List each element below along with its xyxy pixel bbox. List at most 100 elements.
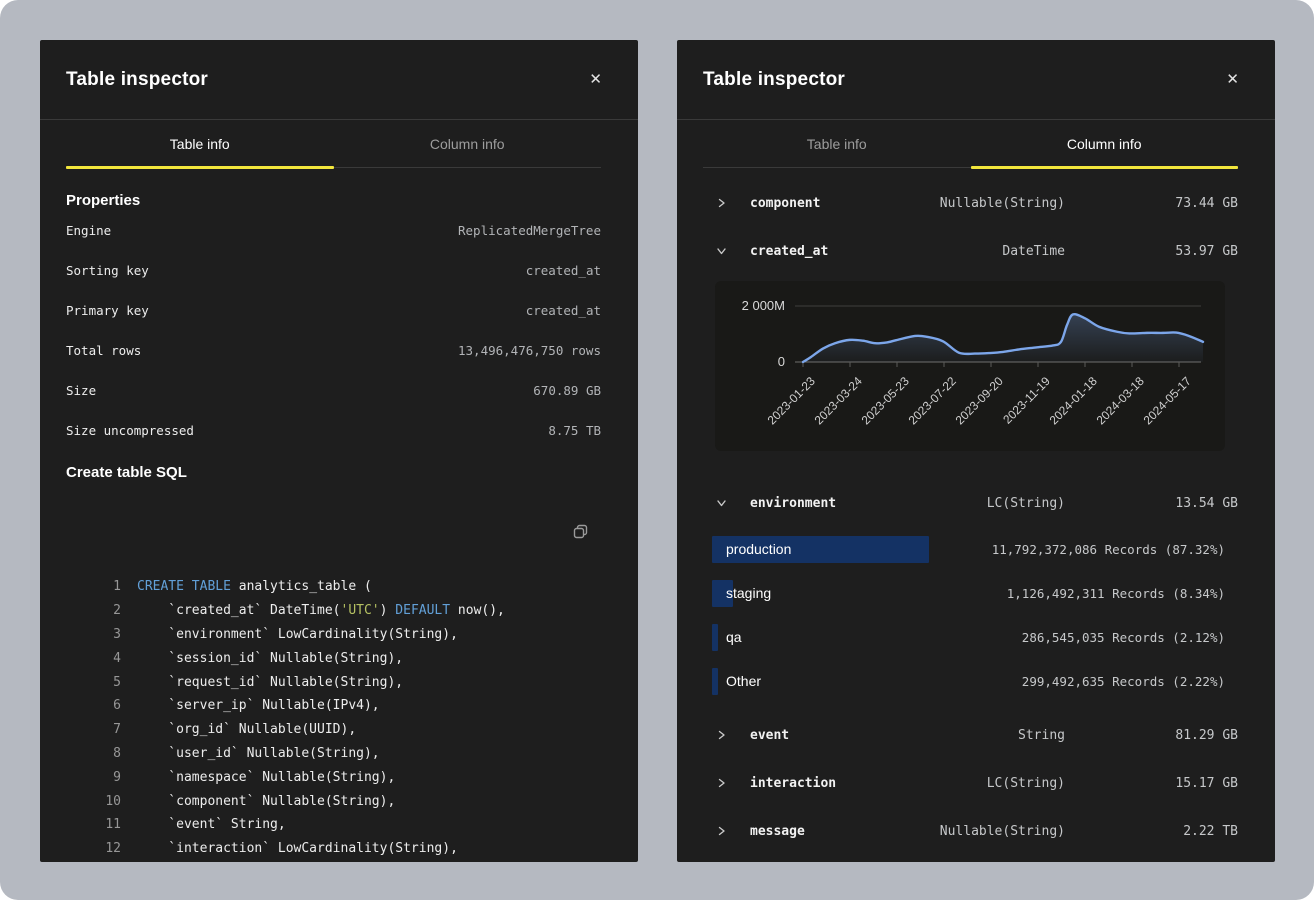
chevron-down-icon[interactable] xyxy=(716,245,730,257)
column-row-environment[interactable]: environmentLC(String)13.54 GB xyxy=(703,479,1238,527)
property-row: Size 670.89 GB xyxy=(66,370,601,410)
dialog-header: Table inspector ✕ xyxy=(40,40,638,120)
sql-line-number: 10 xyxy=(66,790,137,814)
sql-line-code: `event` String, xyxy=(137,813,286,837)
dialog-title: Table inspector xyxy=(66,69,208,91)
column-type: LC(String) xyxy=(905,776,1065,791)
sql-line-code: `namespace` Nullable(String), xyxy=(137,766,395,790)
column-row-created_at[interactable]: created_atDateTime53.97 GB xyxy=(703,227,1238,275)
sql-line-code: CREATE TABLE analytics_table ( xyxy=(137,575,372,599)
sql-line: 3 `environment` LowCardinality(String), xyxy=(66,623,601,647)
property-row: Sorting keycreated_at xyxy=(66,250,601,290)
property-label: Total rows xyxy=(66,343,141,358)
tab-table-info[interactable]: Table info xyxy=(66,120,334,167)
chevron-right-icon[interactable] xyxy=(716,197,730,209)
sql-line-number: 11 xyxy=(66,813,137,837)
sql-line-number: 9 xyxy=(66,766,137,790)
sql-line: 13 `payload` Nullable(String), xyxy=(66,861,601,862)
property-label: Size xyxy=(66,383,96,398)
close-icon[interactable]: ✕ xyxy=(585,68,606,91)
sql-line-code: `environment` LowCardinality(String), xyxy=(137,623,458,647)
sql-line: 11 `event` String, xyxy=(66,813,601,837)
column-name: component xyxy=(750,196,905,211)
sql-line: 2 `created_at` DateTime('UTC') DEFAULT n… xyxy=(66,599,601,623)
column-row-component[interactable]: componentNullable(String) 73.44 GB xyxy=(703,179,1238,227)
environment-value-label: production xyxy=(726,541,791,557)
sql-code-block: 1CREATE TABLE analytics_table (2 `create… xyxy=(66,504,601,862)
column-list: componentNullable(String)73.44 GBcreated… xyxy=(677,168,1275,855)
sql-line: 8 `user_id` Nullable(String), xyxy=(66,742,601,766)
column-size: 73.44 GB xyxy=(1118,196,1238,211)
environment-value-label: qa xyxy=(726,629,742,645)
tab-table-info[interactable]: Table info xyxy=(703,120,971,167)
sql-line: 4 `session_id` Nullable(String), xyxy=(66,647,601,671)
tab-bar: Table info Column info xyxy=(66,120,601,168)
column-name: created_at xyxy=(750,244,905,259)
tab-column-info[interactable]: Column info xyxy=(971,120,1239,167)
property-value: 670.89 GB xyxy=(533,383,601,398)
column-size: 15.17 GB xyxy=(1118,776,1238,791)
column-name: event xyxy=(750,728,905,743)
column-type: String xyxy=(905,728,1065,743)
environment-value-bar: staging xyxy=(712,580,733,607)
column-name: environment xyxy=(750,496,905,511)
column-row-event[interactable]: eventString 81.29 GB xyxy=(703,711,1238,759)
property-value: 13,496,476,750 rows xyxy=(458,343,601,358)
chevron-right-icon[interactable] xyxy=(716,825,730,837)
dialog-title: Table inspector xyxy=(703,69,845,91)
sql-line-code: `server_ip` Nullable(IPv4), xyxy=(137,694,380,718)
sql-line-number: 7 xyxy=(66,718,137,742)
environment-value-bar: production xyxy=(712,536,929,563)
tab-column-info[interactable]: Column info xyxy=(334,120,602,167)
sql-line: 10 `component` Nullable(String), xyxy=(66,790,601,814)
column-type: Nullable(String) xyxy=(905,824,1065,839)
chevron-right-icon[interactable] xyxy=(716,777,730,789)
column-type: DateTime xyxy=(905,244,1065,259)
copy-icon[interactable] xyxy=(533,506,591,560)
chevron-down-icon[interactable] xyxy=(716,497,730,509)
column-name: interaction xyxy=(750,776,905,791)
column-row-message[interactable]: messageNullable(String)2.22 TB xyxy=(703,807,1238,855)
environment-value-row: Other 299,492,635 Records (2.22%) xyxy=(703,659,1238,703)
app-background: Table inspector ✕ Table info Column info… xyxy=(0,0,1314,900)
y-axis-label-zero: 0 xyxy=(727,354,785,369)
created-at-histogram: 2 000M02023-01-232023-03-242023-05-23202… xyxy=(715,281,1225,451)
table-info-content: Properties EngineReplicatedMergeTreeSort… xyxy=(40,192,638,862)
sql-line-code: `interaction` LowCardinality(String), xyxy=(137,837,458,861)
sql-line: 9 `namespace` Nullable(String), xyxy=(66,766,601,790)
environment-value-records: 299,492,635 Records (2.22%) xyxy=(1022,674,1225,689)
column-row-interaction[interactable]: interactionLC(String) 15.17 GB xyxy=(703,759,1238,807)
sql-line-number: 4 xyxy=(66,647,137,671)
environment-value-row: qa 286,545,035 Records (2.12%) xyxy=(703,615,1238,659)
sql-line: 1CREATE TABLE analytics_table ( xyxy=(66,575,601,599)
sql-line-number: 5 xyxy=(66,671,137,695)
property-value: ReplicatedMergeTree xyxy=(458,223,601,238)
environment-value-row: production11,792,372,086 Records (87.32%… xyxy=(703,527,1238,571)
sql-line-code: `org_id` Nullable(UUID), xyxy=(137,718,356,742)
environment-value-records: 286,545,035 Records (2.12%) xyxy=(1022,630,1225,645)
environment-value-bar: Other xyxy=(712,668,718,695)
column-type: Nullable(String) xyxy=(905,196,1065,211)
property-row: Primary keycreated_at xyxy=(66,290,601,330)
y-axis-label-top: 2 000M xyxy=(727,298,785,313)
sql-line-code: `user_id` Nullable(String), xyxy=(137,742,380,766)
sql-line: 6 `server_ip` Nullable(IPv4), xyxy=(66,694,601,718)
column-size: 81.29 GB xyxy=(1118,728,1238,743)
tab-bar: Table info Column info xyxy=(703,120,1238,168)
sql-line-code: `payload` Nullable(String), xyxy=(137,861,380,862)
sql-line-number: 13 xyxy=(66,861,137,862)
chevron-right-icon[interactable] xyxy=(716,729,730,741)
table-inspector-dialog-left: Table inspector ✕ Table info Column info… xyxy=(40,40,638,862)
create-table-sql-heading: Create table SQL xyxy=(66,464,601,482)
property-label: Sorting key xyxy=(66,263,149,278)
environment-value-records: 1,126,492,311 Records (8.34%) xyxy=(1007,586,1225,601)
sql-line-number: 3 xyxy=(66,623,137,647)
sql-line-number: 2 xyxy=(66,599,137,623)
sql-line-code: `created_at` DateTime('UTC') DEFAULT now… xyxy=(137,599,505,623)
column-size: 2.22 TB xyxy=(1118,824,1238,839)
close-icon[interactable]: ✕ xyxy=(1222,68,1243,91)
sql-line: 7 `org_id` Nullable(UUID), xyxy=(66,718,601,742)
dialog-header: Table inspector ✕ xyxy=(677,40,1275,120)
sql-line: 5 `request_id` Nullable(String), xyxy=(66,671,601,695)
sql-line-code: `component` Nullable(String), xyxy=(137,790,395,814)
